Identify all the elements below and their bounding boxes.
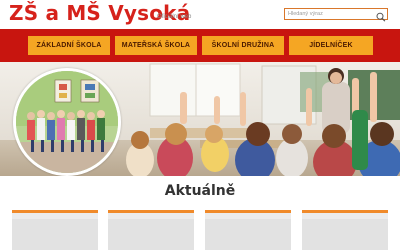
hero-banner	[0, 62, 400, 176]
nav-item-materska-skola[interactable]: mateřská škola	[115, 36, 197, 55]
news-card-accent	[108, 210, 194, 213]
news-card[interactable]	[205, 210, 291, 250]
news-card-image	[12, 219, 98, 250]
main-nav: základní škola mateřská škola školní dru…	[0, 29, 400, 62]
news-card-accent	[12, 210, 98, 213]
hero-group-photo	[13, 68, 121, 176]
news-card-image	[205, 219, 291, 250]
news-card[interactable]	[108, 210, 194, 250]
news-card-image	[108, 219, 194, 250]
news-card-accent	[302, 210, 388, 213]
search-icon[interactable]	[375, 9, 386, 22]
search-input[interactable]	[288, 9, 374, 19]
site-subtitle: Oficiální web	[157, 14, 192, 20]
news-heading: Aktuálně	[164, 183, 236, 199]
nav-item-skolni-druzina[interactable]: školní družina	[202, 36, 284, 55]
site-header: ZŠ a MŠ Vysoká Oficiální web	[0, 0, 400, 29]
news-card-accent	[205, 210, 291, 213]
site-title[interactable]: ZŠ a MŠ Vysoká	[9, 1, 190, 25]
news-card[interactable]	[12, 210, 98, 250]
search-box	[284, 8, 388, 22]
nav-item-jidelnicek[interactable]: jídelníček	[289, 36, 373, 55]
nav-item-zakladni-skola[interactable]: základní škola	[28, 36, 110, 55]
news-card[interactable]	[302, 210, 388, 250]
news-card-image	[302, 219, 388, 250]
